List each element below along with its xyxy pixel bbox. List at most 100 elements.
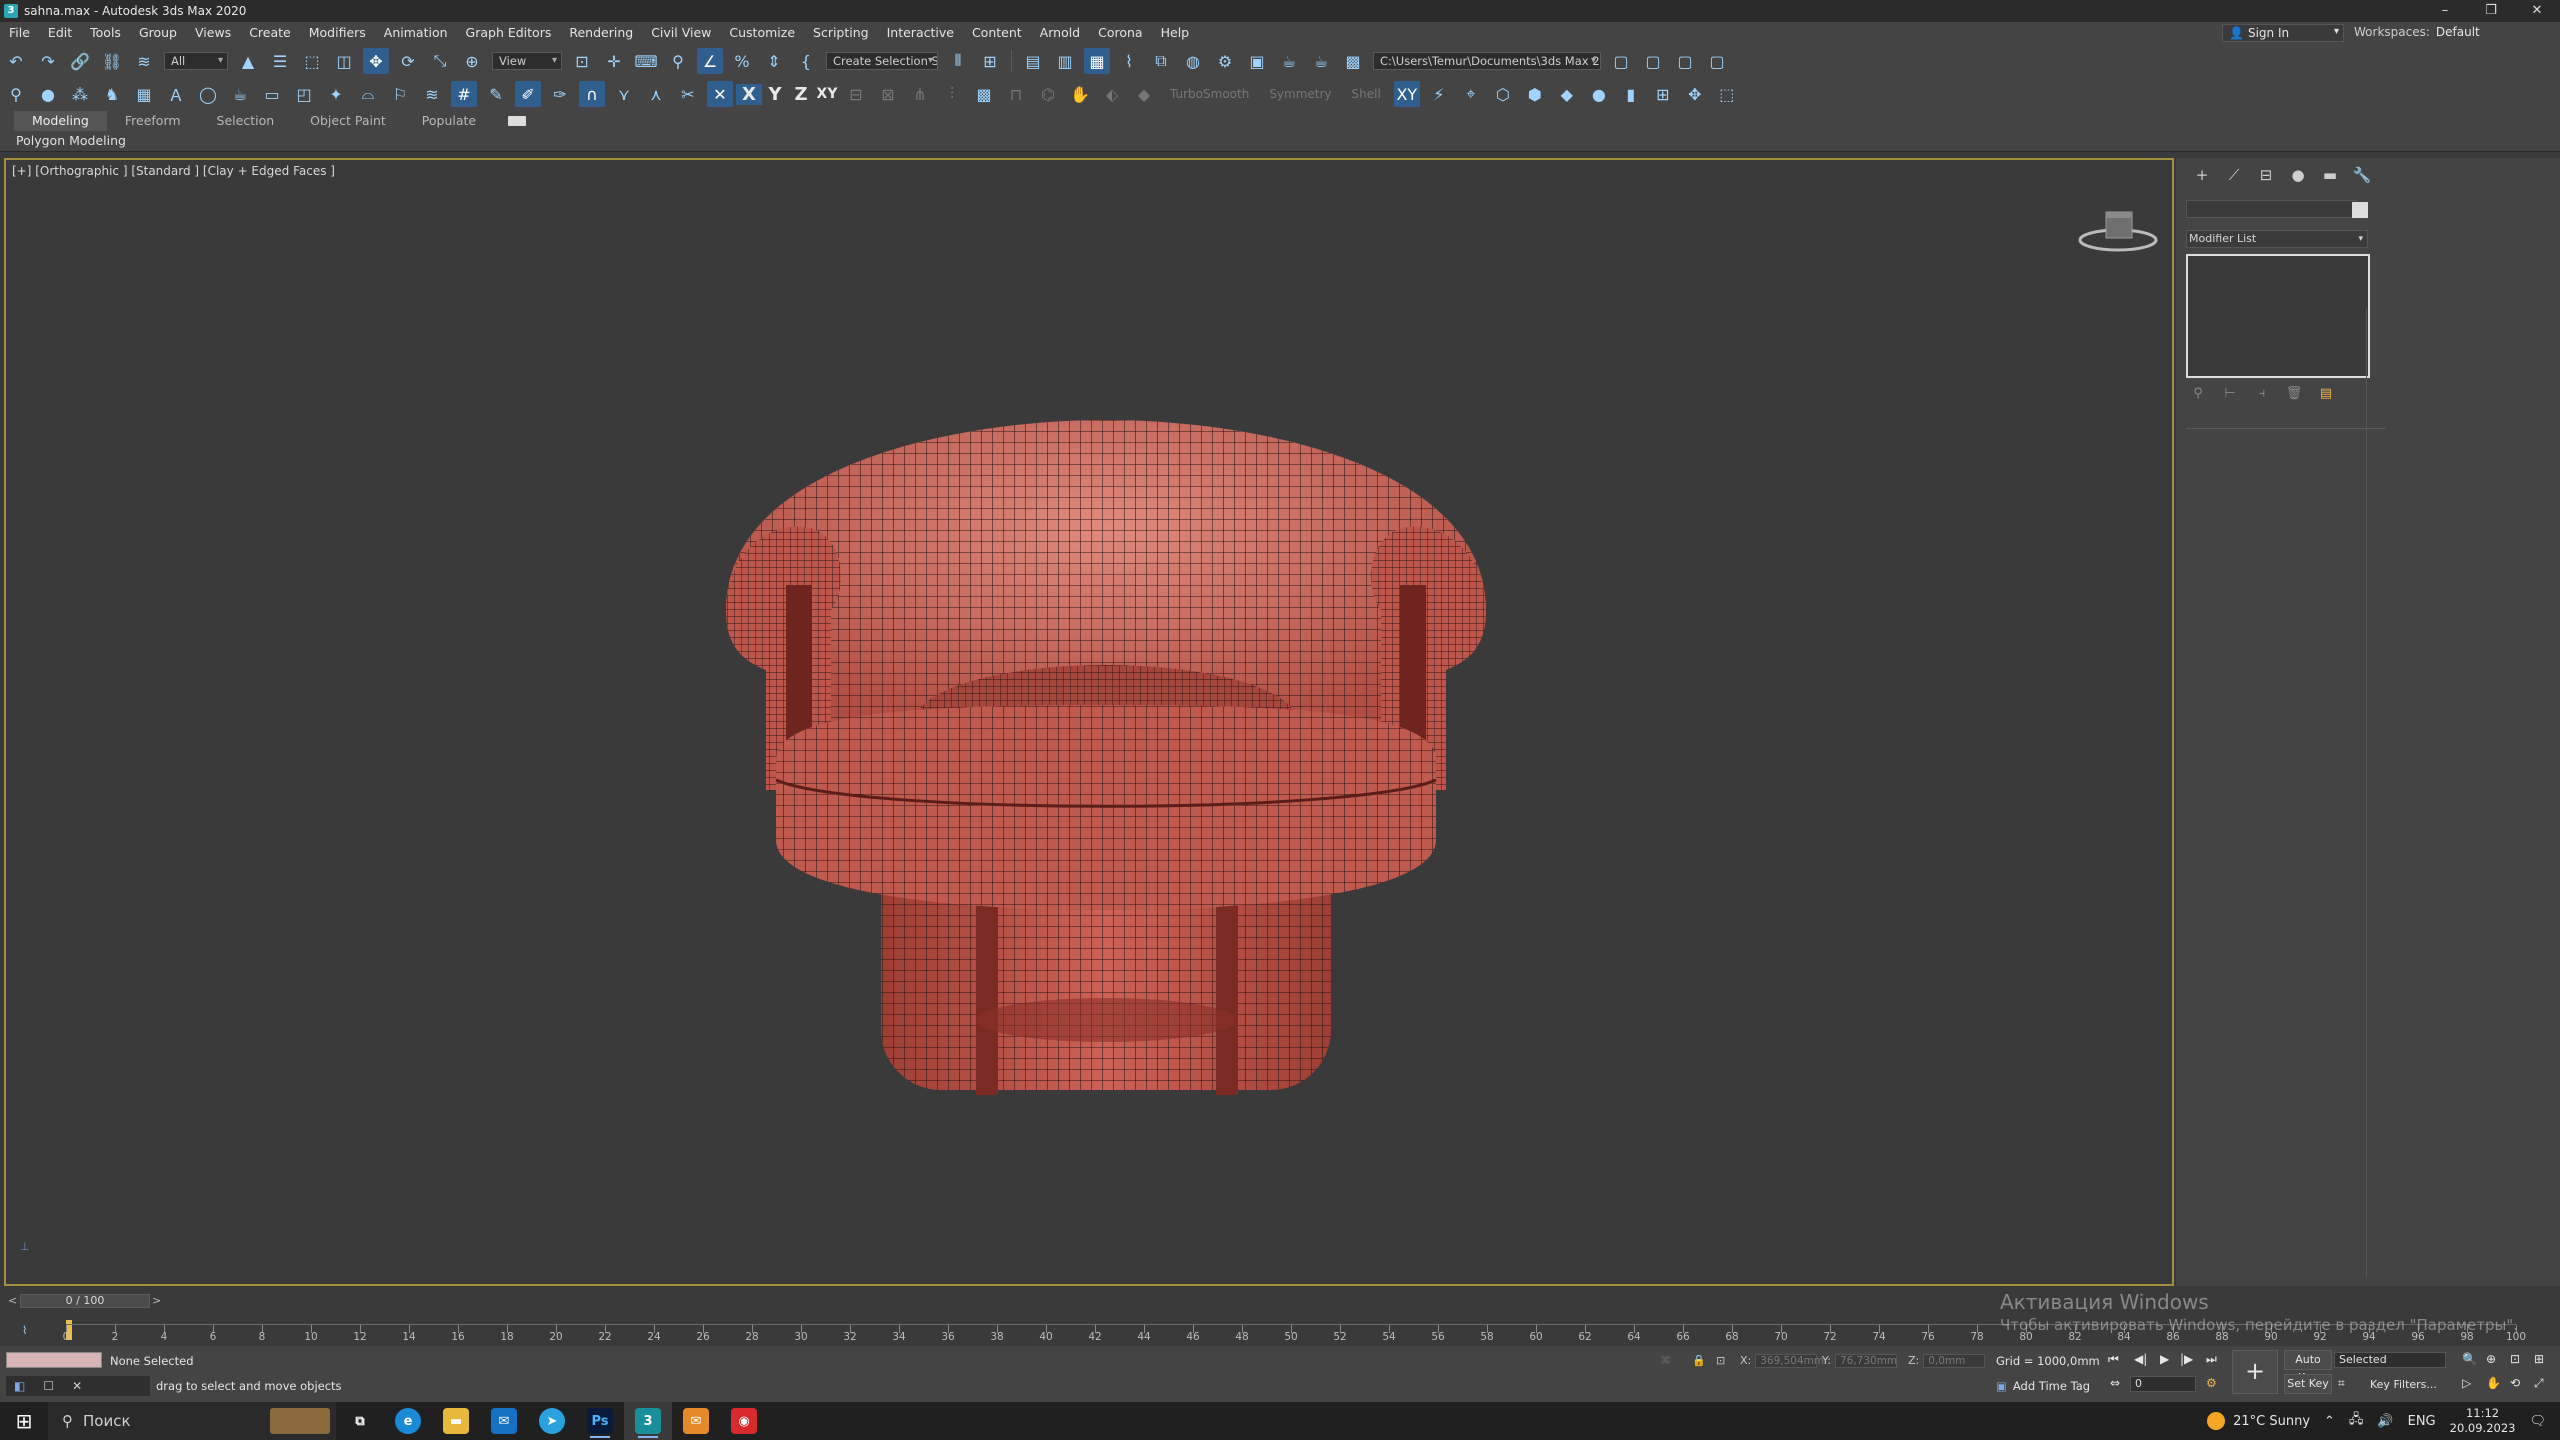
box-modifier-icon[interactable]: ⬡	[1490, 81, 1516, 107]
menu-customize[interactable]: Customize	[720, 22, 804, 44]
layer-explorer-icon[interactable]: ▥	[1052, 48, 1078, 74]
notifications-icon[interactable]: 🗨	[2529, 1414, 2546, 1429]
language-indicator[interactable]: ENG	[2408, 1414, 2436, 1429]
recorder-button[interactable]: ◉	[720, 1402, 768, 1440]
ribbon-options-icon[interactable]	[508, 116, 527, 126]
maxscript-listener-swatch[interactable]	[6, 1352, 102, 1368]
select-by-name-icon[interactable]: ☰	[267, 48, 293, 74]
axis-xy-button[interactable]: XY	[814, 86, 840, 102]
keyboard-shortcut-override-icon[interactable]: ⌨	[633, 48, 659, 74]
absolute-mode-icon[interactable]: ⊡	[1716, 1354, 1725, 1367]
link-icon[interactable]: 🔗	[67, 48, 93, 74]
select-object-icon[interactable]: ▲	[235, 48, 261, 74]
select-move-icon[interactable]: ✥	[363, 48, 389, 74]
snaps-toggle-icon[interactable]: ⚲	[665, 48, 691, 74]
camera-icon[interactable]: ⌓	[355, 81, 381, 107]
paint-icon[interactable]: ✎	[483, 81, 509, 107]
viewcube-icon[interactable]	[2078, 200, 2158, 260]
maximize-button[interactable]: ❐	[2468, 0, 2514, 22]
menu-graph-editors[interactable]: Graph Editors	[457, 22, 561, 44]
lock-selection-icon[interactable]: 🔒	[1692, 1354, 1706, 1367]
z-coordinate[interactable]: Z: 0,0mm	[1908, 1354, 1986, 1368]
axis-y-button[interactable]: Y	[762, 84, 788, 105]
character-icon[interactable]: ♞	[99, 81, 125, 107]
sphere-blue-icon[interactable]: ●	[1586, 81, 1612, 107]
rendered-frame-window-icon[interactable]: ▣	[1244, 48, 1270, 74]
grid-select-icon[interactable]: ⊞	[1650, 81, 1676, 107]
light-icon[interactable]: ✦	[323, 81, 349, 107]
toggle-ribbon-icon[interactable]: ▦	[1084, 48, 1110, 74]
menu-civil-view[interactable]: Civil View	[642, 22, 720, 44]
tab-populate[interactable]: Populate	[404, 111, 494, 131]
fill-icon[interactable]: ⬖	[1099, 81, 1125, 107]
edit-named-selection-icon[interactable]: {	[793, 48, 819, 74]
selection-filter-dropdown[interactable]: All	[164, 52, 228, 70]
angle-snap-icon[interactable]: ∠	[697, 48, 723, 74]
menu-rendering[interactable]: Rendering	[560, 22, 642, 44]
create-project-icon[interactable]: ▢	[1640, 48, 1666, 74]
menu-tools[interactable]: Tools	[81, 22, 130, 44]
modifier-list-dropdown[interactable]: Modifier List ▾	[2186, 230, 2368, 248]
warp-icon[interactable]: ≋	[419, 81, 445, 107]
menu-file[interactable]: File	[0, 22, 39, 44]
make-unique-icon[interactable]: ⫞	[2252, 386, 2272, 404]
named-selection-dropdown[interactable]: Create Selection Se	[826, 52, 938, 70]
menu-modifiers[interactable]: Modifiers	[300, 22, 375, 44]
viewport-label[interactable]: [+] [Orthographic ] [Standard ] [Clay + …	[12, 164, 335, 178]
particle-icon[interactable]: ⁂	[67, 81, 93, 107]
graphite-grid-icon[interactable]: #	[451, 81, 477, 107]
prev-frame-arrow-icon[interactable]: <	[8, 1294, 17, 1307]
grid-panel-icon[interactable]: ▦	[131, 81, 157, 107]
workspaces-selector[interactable]: Workspaces: Default	[2354, 25, 2480, 39]
align-icon[interactable]: ⊞	[977, 48, 1003, 74]
connect-icon[interactable]: ⋎	[611, 81, 637, 107]
previous-frame-icon[interactable]: ◀|	[2134, 1352, 2147, 1366]
zoom-extents-all-icon[interactable]: ⊞	[2534, 1352, 2544, 1366]
project-settings-icon[interactable]: ▢	[1704, 48, 1730, 74]
minimize-button[interactable]: –	[2422, 0, 2468, 22]
mirror-icon[interactable]: ⫴	[945, 48, 971, 74]
armchair-model[interactable]	[706, 420, 1506, 1160]
time-config-arrows-icon[interactable]: ⇔	[2110, 1376, 2120, 1390]
select-rotate-icon[interactable]: ⟳	[395, 48, 421, 74]
undo-icon[interactable]: ↶	[3, 48, 29, 74]
axis-x-button[interactable]: X	[736, 83, 762, 105]
next-frame-icon[interactable]: |▶	[2180, 1352, 2193, 1366]
bind-space-warp-icon[interactable]: ≋	[131, 48, 157, 74]
field-of-view-icon[interactable]: ▷	[2462, 1376, 2471, 1390]
hierarchy-tab-icon[interactable]: ⊟	[2250, 166, 2282, 188]
transform-icon[interactable]: ✥	[1682, 81, 1708, 107]
select-place-icon[interactable]: ⊕	[459, 48, 485, 74]
y-value[interactable]: 76,730mm	[1834, 1354, 1897, 1368]
go-to-start-icon[interactable]: ⏮	[2108, 1352, 2119, 1367]
helper-icon[interactable]: ⚐	[387, 81, 413, 107]
tab-freeform[interactable]: Freeform	[107, 111, 199, 131]
box-icon[interactable]: ◰	[291, 81, 317, 107]
menu-scripting[interactable]: Scripting	[804, 22, 878, 44]
tab-modeling[interactable]: Modeling	[14, 111, 107, 131]
time-configuration-icon[interactable]: ⚙	[2206, 1376, 2217, 1390]
set-key-button[interactable]: Set Key	[2284, 1374, 2332, 1394]
project-folder-dropdown[interactable]: C:\Users\Temur\Documents\3ds Max 2020	[1373, 52, 1601, 70]
chamfer-icon[interactable]: ⌬	[1035, 81, 1061, 107]
tab-selection[interactable]: Selection	[199, 111, 293, 131]
curve-editor-mini-icon[interactable]: ⌇	[22, 1324, 27, 1337]
sphere-icon[interactable]: ●	[35, 81, 61, 107]
turbosmooth-button[interactable]: TurboSmooth	[1170, 87, 1249, 101]
checker-icon[interactable]: ▩	[971, 81, 997, 107]
redo-icon[interactable]: ↷	[35, 48, 61, 74]
modify-tab-icon[interactable]: ⟋	[2218, 166, 2250, 188]
brush-icon[interactable]: ✑	[547, 81, 573, 107]
render-production-icon[interactable]: ☕	[1276, 48, 1302, 74]
zoom-all-icon[interactable]: ⊕	[2486, 1352, 2496, 1366]
show-end-result-icon[interactable]: ⊢	[2220, 386, 2240, 404]
cut-icon[interactable]: ⋏	[643, 81, 669, 107]
object-color-swatch[interactable]	[2352, 202, 2368, 218]
open-project-icon[interactable]: ▢	[1608, 48, 1634, 74]
y-coordinate[interactable]: Y: 76,730mm	[1822, 1354, 1897, 1368]
mirror-tool-icon[interactable]: ⫶	[939, 81, 965, 107]
ruler-icon[interactable]: ⊟	[843, 81, 869, 107]
next-frame-arrow-icon[interactable]: >	[152, 1294, 161, 1307]
render-activeshade-icon[interactable]: ▩	[1340, 48, 1366, 74]
file-explorer-button[interactable]: ▬	[432, 1402, 480, 1440]
